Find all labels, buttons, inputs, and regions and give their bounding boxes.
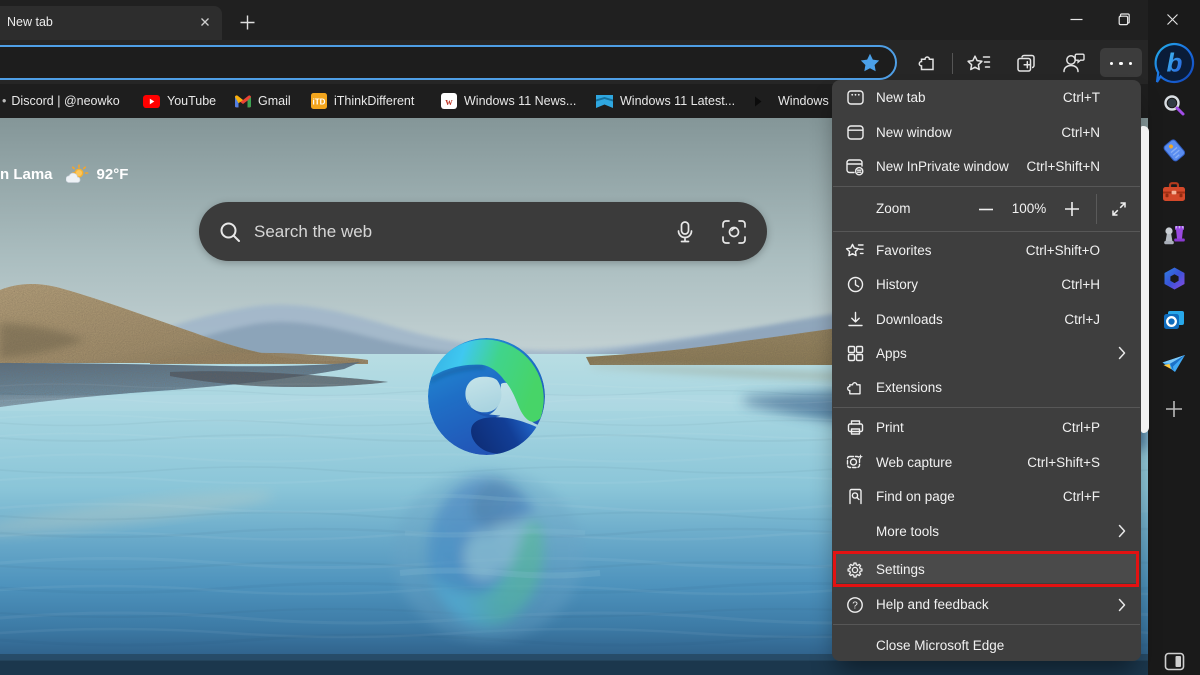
svg-text:?: ? xyxy=(852,600,858,611)
svg-text:w: w xyxy=(445,97,453,108)
svg-text:b: b xyxy=(1167,48,1183,78)
svg-text:iTD: iTD xyxy=(313,98,326,107)
